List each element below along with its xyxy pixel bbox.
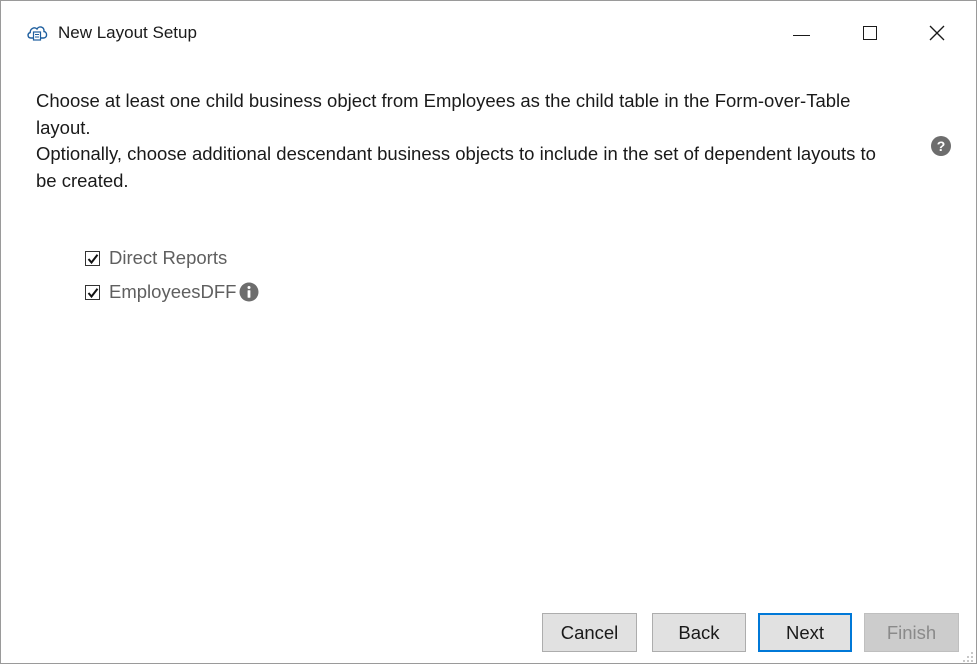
direct-reports-label: Direct Reports <box>109 247 228 268</box>
employees-dff-checkbox[interactable] <box>85 284 100 300</box>
window-title: New Layout Setup <box>58 23 197 42</box>
question-mark-icon[interactable]: ? <box>930 135 952 157</box>
next-button[interactable]: Next <box>758 613 852 652</box>
child-object-list: Direct Reports EmployeesDFF <box>85 241 259 309</box>
close-button[interactable] <box>914 11 960 55</box>
option-employees-dff[interactable]: EmployeesDFF <box>85 275 259 309</box>
cloud-layout-icon <box>26 23 48 43</box>
close-icon <box>929 25 945 41</box>
instruction-line-optional: Optionally, choose additional descendant… <box>36 143 876 191</box>
option-direct-reports[interactable]: Direct Reports <box>85 241 259 275</box>
resize-grip-icon[interactable] <box>961 649 975 663</box>
title-bar: New Layout Setup <box>1 1 976 63</box>
maximize-icon <box>863 26 877 40</box>
finish-button[interactable]: Finish <box>864 613 959 652</box>
info-icon[interactable] <box>239 282 259 302</box>
direct-reports-checkbox[interactable] <box>85 250 100 266</box>
minimize-icon <box>792 34 810 36</box>
back-button[interactable]: Back <box>652 613 746 652</box>
maximize-button[interactable] <box>847 11 893 55</box>
instruction-line-required: Choose at least one child business objec… <box>36 90 851 138</box>
instructions-text: Choose at least one child business objec… <box>36 88 896 194</box>
minimize-button[interactable] <box>778 11 824 55</box>
cancel-button[interactable]: Cancel <box>542 613 637 652</box>
svg-text:?: ? <box>937 138 946 154</box>
employees-dff-label: EmployeesDFF <box>109 281 237 302</box>
new-layout-setup-window: New Layout Setup Choose at least one chi… <box>0 0 977 664</box>
